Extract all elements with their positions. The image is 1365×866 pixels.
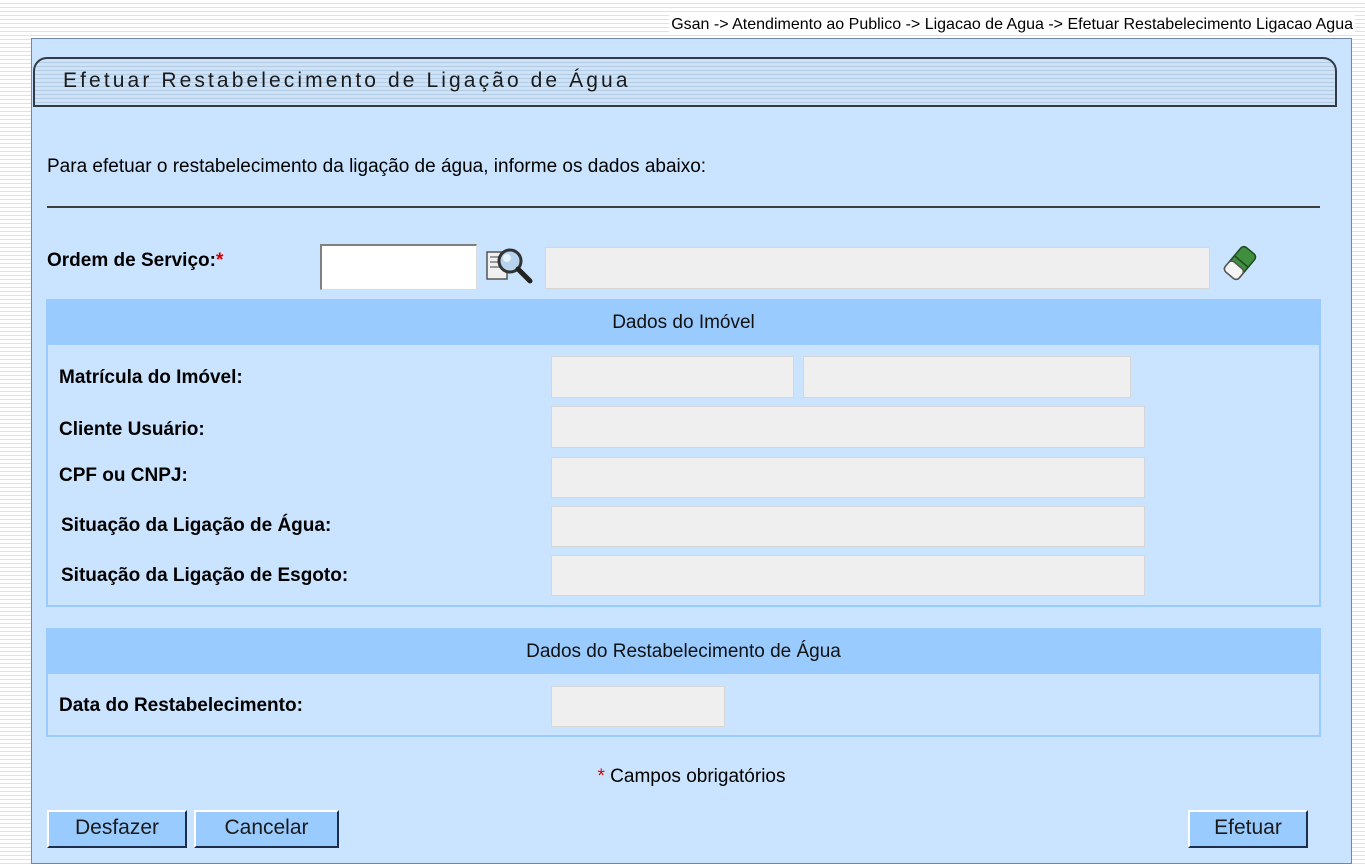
eraser-icon[interactable] bbox=[1220, 243, 1260, 283]
dados-imovel-header: Dados do Imóvel bbox=[48, 301, 1319, 345]
required-fields-note: * Campos obrigatórios bbox=[32, 766, 1351, 788]
data-restabelecimento-label: Data do Restabelecimento: bbox=[59, 695, 303, 716]
desfazer-button[interactable]: Desfazer bbox=[47, 810, 187, 848]
ordem-servico-description bbox=[545, 247, 1210, 289]
matricula-extra-field bbox=[803, 356, 1131, 398]
magnifier-icon[interactable] bbox=[486, 246, 534, 286]
breadcrumb: Gsan -> Atendimento ao Publico -> Ligaca… bbox=[669, 15, 1355, 34]
main-panel: Efetuar Restabelecimento de Ligação de Á… bbox=[31, 38, 1352, 864]
required-mark: * bbox=[215, 250, 224, 271]
dados-restabelecimento-header: Dados do Restabelecimento de Água bbox=[48, 630, 1319, 674]
divider bbox=[47, 206, 1320, 208]
ordem-servico-input[interactable] bbox=[320, 244, 477, 290]
cliente-usuario-field bbox=[551, 406, 1145, 448]
ordem-servico-label-text: Ordem de Serviço: bbox=[47, 250, 216, 271]
ordem-servico-label: Ordem de Serviço:* bbox=[47, 250, 223, 272]
intro-text: Para efetuar o restabelecimento da ligaç… bbox=[47, 156, 707, 177]
situacao-esgoto-field bbox=[551, 555, 1145, 596]
situacao-agua-label: Situação da Ligação de Água: bbox=[61, 515, 332, 536]
cpf-cnpj-label: CPF ou CNPJ: bbox=[59, 465, 188, 486]
cpf-cnpj-field bbox=[551, 457, 1145, 498]
required-mark: * bbox=[597, 766, 605, 787]
situacao-agua-field bbox=[551, 506, 1145, 547]
required-fields-text: Campos obrigatórios bbox=[604, 766, 786, 787]
matricula-label: Matrícula do Imóvel: bbox=[59, 367, 243, 388]
matricula-field bbox=[551, 356, 794, 398]
page-title-tab: Efetuar Restabelecimento de Ligação de Á… bbox=[33, 57, 1337, 107]
efetuar-button[interactable]: Efetuar bbox=[1188, 810, 1308, 848]
data-restabelecimento-field bbox=[551, 686, 725, 727]
situacao-esgoto-label: Situação da Ligação de Esgoto: bbox=[61, 565, 349, 586]
cliente-usuario-label: Cliente Usuário: bbox=[59, 419, 205, 440]
page-title: Efetuar Restabelecimento de Ligação de Á… bbox=[63, 69, 631, 92]
cancelar-button[interactable]: Cancelar bbox=[194, 810, 339, 848]
